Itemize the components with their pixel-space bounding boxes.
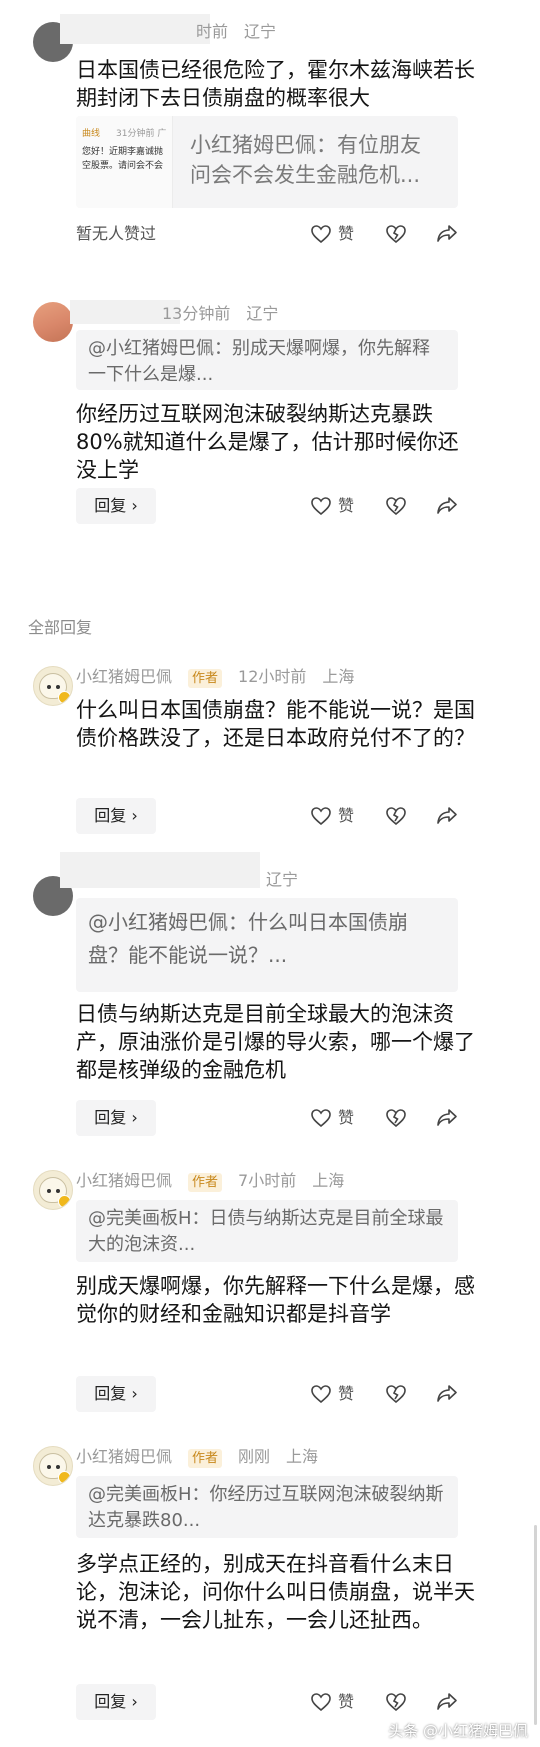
- quoted-reply[interactable]: @完美画板H：你经历过互联网泡沫破裂纳斯达克暴跌80...: [76, 1476, 458, 1538]
- thumb-line-1: 您好！近期李嘉诚抛: [82, 147, 164, 157]
- reply-text: 日债与纳斯达克是目前全球最大的泡沫资产，原油涨价是引爆的导火索，哪一个爆了都是核…: [76, 1002, 475, 1082]
- verified-badge-icon: [58, 691, 71, 704]
- comment-time: 13分钟前: [162, 304, 231, 323]
- reply-location: 上海: [312, 1171, 345, 1190]
- reply-location: 上海: [322, 667, 355, 686]
- reply-label: 回复: [94, 806, 127, 825]
- like-icon[interactable]: [310, 1692, 332, 1712]
- like-icon[interactable]: [310, 806, 332, 826]
- likes-summary: 暂无人赞过: [76, 224, 157, 243]
- like-icon[interactable]: [310, 1108, 332, 1128]
- author-avatar[interactable]: [33, 666, 73, 706]
- reply-meta: 小红猪姆巴佩 作者 刚刚 上海: [76, 1447, 334, 1468]
- author-tag: 作者: [188, 1173, 223, 1192]
- reply-text: 多学点正经的，别成天在抖音看什么末日论，泡沫论，问你什么叫日债崩盘，说半天说不清…: [76, 1552, 475, 1632]
- share-icon[interactable]: [436, 1691, 458, 1711]
- linked-post-preview[interactable]: 曲线 31分钟前 广 您好！近期李嘉诚抛 空股票。请问会不会 小红猪姆巴佩：有位…: [76, 116, 458, 208]
- reply-time: 12小时前: [238, 667, 307, 686]
- source-watermark: 头条 @小红猪姆巴佩: [388, 1722, 528, 1740]
- like-label[interactable]: 赞: [338, 1106, 354, 1130]
- like-label[interactable]: 赞: [338, 804, 354, 828]
- comment-meta: 时前 辽宁: [196, 22, 292, 42]
- reply-label: 回复: [94, 1692, 127, 1711]
- quoted-reply[interactable]: @完美画板H：日债与纳斯达克是目前全球最大的泡沫资...: [76, 1200, 458, 1262]
- author-avatar[interactable]: [33, 1170, 73, 1210]
- reply-button[interactable]: 回复 ›: [76, 1376, 156, 1412]
- share-icon[interactable]: [436, 495, 458, 515]
- reply-meta: 辽宁: [266, 870, 314, 890]
- reply-location: 上海: [286, 1447, 319, 1466]
- like-icon[interactable]: [310, 1384, 332, 1404]
- share-icon[interactable]: [436, 805, 458, 825]
- reply-label: 回复: [94, 1108, 127, 1127]
- reply-time: 7小时前: [238, 1171, 297, 1190]
- comment-time: 时前: [196, 22, 229, 41]
- author-name[interactable]: 小红猪姆巴佩: [76, 667, 172, 686]
- reply-location: 辽宁: [266, 870, 299, 889]
- comment-text: 日本国债已经很危险了，霍尔木兹海峡若长期封闭下去日债崩盘的概率很大: [76, 58, 475, 110]
- comment-location: 辽宁: [246, 304, 279, 323]
- reply-meta: 小红猪姆巴佩 作者 7小时前 上海: [76, 1171, 360, 1192]
- reply-time: 刚刚: [238, 1447, 271, 1466]
- blurred-username: [60, 14, 210, 44]
- dislike-icon[interactable]: [385, 224, 407, 244]
- comment-thread-page: 时前 辽宁 日本国债已经很危险了，霍尔木兹海峡若长期封闭下去日债崩盘的概率很大 曲…: [0, 0, 540, 1747]
- author-name[interactable]: 小红猪姆巴佩: [76, 1171, 172, 1190]
- reply-button[interactable]: 回复 ›: [76, 798, 156, 834]
- comment-text: 你经历过互联网泡沫破裂纳斯达克暴跌80%就知道什么是爆了，估计那时候你还没上学: [76, 402, 459, 482]
- reply-text: 什么叫日本国债崩盘？能不能说一说？是国债价格跌没了，还是日本政府兑付不了的？: [76, 698, 475, 750]
- like-label[interactable]: 赞: [338, 222, 354, 246]
- quoted-reply[interactable]: @小红猪姆巴佩：别成天爆啊爆，你先解释一下什么是爆...: [76, 330, 458, 390]
- reply-text: 别成天爆啊爆，你先解释一下什么是爆，感觉你的财经和金融知识都是抖音学: [76, 1274, 475, 1326]
- verified-badge-icon: [58, 1195, 71, 1208]
- author-tag: 作者: [188, 669, 223, 688]
- preview-thumbnail: 曲线 31分钟前 广 您好！近期李嘉诚抛 空股票。请问会不会: [76, 116, 173, 208]
- reply-button[interactable]: 回复 ›: [76, 1684, 156, 1720]
- author-tag: 作者: [188, 1449, 223, 1468]
- reply-meta: 小红猪姆巴佩 作者 12小时前 上海: [76, 667, 370, 688]
- reply-button[interactable]: 回复 ›: [76, 1100, 156, 1136]
- dislike-icon[interactable]: [385, 496, 407, 516]
- commenter-avatar[interactable]: [33, 302, 73, 342]
- thumb-time: 31分钟前 广: [116, 129, 167, 139]
- share-icon[interactable]: [436, 223, 458, 243]
- quoted-reply[interactable]: @小红猪姆巴佩：什么叫日本国债崩盘？能不能说一说？...: [76, 898, 458, 992]
- dislike-icon[interactable]: [385, 806, 407, 826]
- share-icon[interactable]: [436, 1107, 458, 1127]
- author-name[interactable]: 小红猪姆巴佩: [76, 1447, 172, 1466]
- like-label[interactable]: 赞: [338, 1382, 354, 1406]
- preview-text: 小红猪姆巴佩：有位朋友问会不会发生金融危机...: [190, 133, 421, 187]
- thumb-author: 曲线: [82, 129, 101, 139]
- comment-meta: 13分钟前 辽宁: [162, 304, 294, 324]
- thumb-line-2: 空股票。请问会不会: [82, 161, 164, 171]
- blurred-username: [60, 852, 260, 888]
- like-icon[interactable]: [310, 496, 332, 516]
- dislike-icon[interactable]: [385, 1108, 407, 1128]
- dislike-icon[interactable]: [385, 1384, 407, 1404]
- like-label[interactable]: 赞: [338, 1690, 354, 1714]
- verified-badge-icon: [58, 1471, 71, 1484]
- scrollbar[interactable]: [534, 1525, 537, 1725]
- comment-location: 辽宁: [244, 22, 277, 41]
- reply-label: 回复: [94, 1384, 127, 1403]
- author-avatar[interactable]: [33, 1446, 73, 1486]
- dislike-icon[interactable]: [385, 1692, 407, 1712]
- all-replies-title: 全部回复: [28, 618, 93, 637]
- share-icon[interactable]: [436, 1383, 458, 1403]
- like-label[interactable]: 赞: [338, 494, 354, 518]
- reply-button[interactable]: 回复 ›: [76, 488, 156, 524]
- like-icon[interactable]: [310, 224, 332, 244]
- reply-label: 回复: [94, 496, 127, 515]
